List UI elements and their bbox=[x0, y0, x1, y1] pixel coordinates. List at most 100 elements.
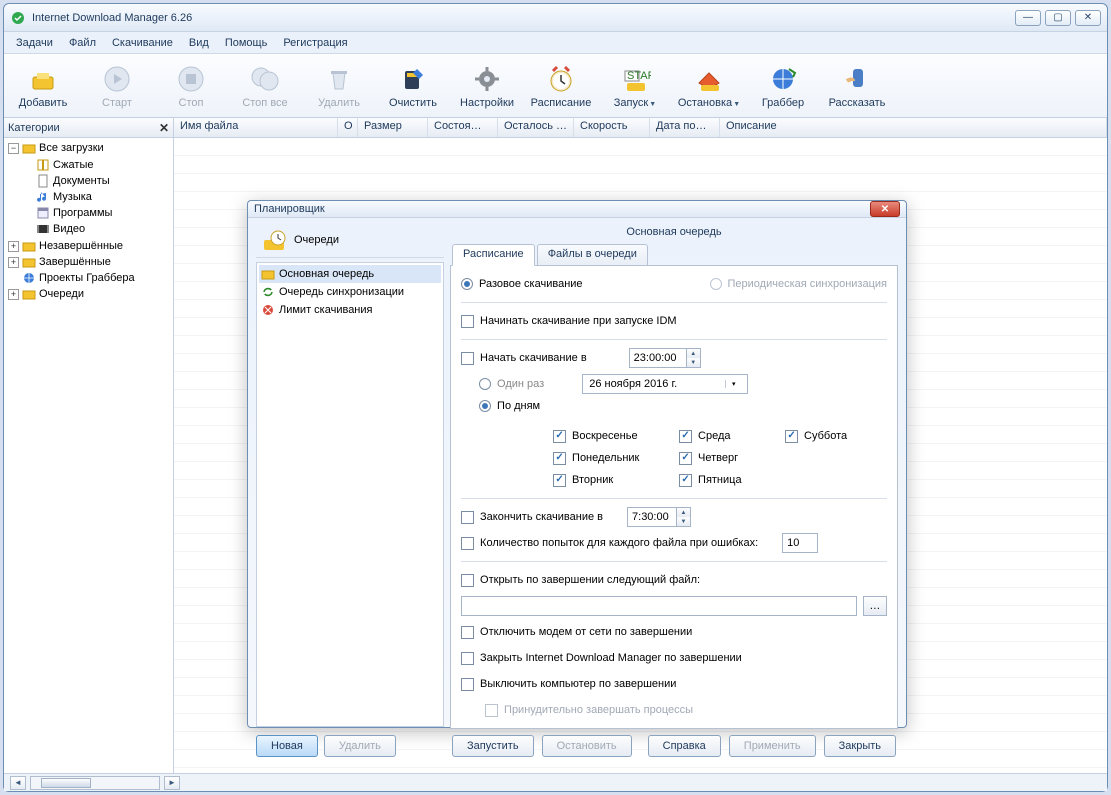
tab-schedule[interactable]: Расписание bbox=[452, 244, 535, 266]
run-button[interactable]: Запустить bbox=[452, 735, 534, 757]
tb-run[interactable]: STARTЗапуск ▼ bbox=[600, 57, 670, 115]
calendar-dropdown-icon[interactable]: ▾ bbox=[725, 380, 741, 388]
queue-main[interactable]: Основная очередь bbox=[259, 265, 441, 283]
sidebar-close-icon[interactable]: ✕ bbox=[159, 121, 169, 135]
tree-compressed[interactable]: Сжатые bbox=[22, 157, 171, 173]
apply-button[interactable]: Применить bbox=[729, 735, 816, 757]
horizontal-scrollbar[interactable]: ◄ ► bbox=[4, 773, 1107, 791]
tree-documents[interactable]: Документы bbox=[22, 173, 171, 189]
check-saturday[interactable] bbox=[785, 430, 798, 443]
col-q[interactable]: О bbox=[338, 118, 358, 137]
tree-queues[interactable]: +Очереди bbox=[8, 286, 171, 302]
close-button[interactable]: ✕ bbox=[1075, 10, 1101, 26]
tab-files[interactable]: Файлы в очереди bbox=[537, 244, 648, 266]
col-date[interactable]: Дата по… bbox=[650, 118, 720, 137]
tree-all-downloads[interactable]: −Все загрузки bbox=[8, 140, 171, 156]
dialog-right-pane: Основная очередь Расписание Файлы в очер… bbox=[450, 222, 898, 759]
menu-tasks[interactable]: Задачи bbox=[8, 35, 61, 51]
table-header: Имя файла О Размер Состоя… Осталось … Ск… bbox=[174, 118, 1107, 138]
scroll-left-icon[interactable]: ◄ bbox=[10, 776, 26, 790]
scroll-right-icon[interactable]: ► bbox=[164, 776, 180, 790]
col-speed[interactable]: Скорость bbox=[574, 118, 650, 137]
tb-halt[interactable]: Остановка ▼ bbox=[674, 57, 744, 115]
current-queue-name: Основная очередь bbox=[450, 222, 898, 244]
queue-sync[interactable]: Очередь синхронизации bbox=[259, 283, 441, 301]
tb-grabber[interactable]: Граббер bbox=[748, 57, 818, 115]
sidebar: Категории ✕ −Все загрузки Сжатые Докумен… bbox=[4, 118, 174, 773]
check-close-idm[interactable] bbox=[461, 652, 474, 665]
new-queue-button[interactable]: Новая bbox=[256, 735, 318, 757]
scroll-track[interactable] bbox=[30, 776, 160, 790]
tb-add[interactable]: Добавить bbox=[8, 57, 78, 115]
tb-stop[interactable]: Стоп bbox=[156, 57, 226, 115]
check-stop-at[interactable] bbox=[461, 511, 474, 524]
start-queue-icon: START bbox=[619, 63, 651, 95]
tb-clear[interactable]: Очистить bbox=[378, 57, 448, 115]
radio-by-days[interactable] bbox=[479, 400, 491, 412]
tree-music[interactable]: Музыка bbox=[22, 189, 171, 205]
check-tuesday[interactable] bbox=[553, 474, 566, 487]
tb-delete[interactable]: Удалить bbox=[304, 57, 374, 115]
minimize-button[interactable]: — bbox=[1015, 10, 1041, 26]
radio-one-time[interactable] bbox=[461, 278, 473, 290]
play-icon bbox=[101, 63, 133, 95]
queue-list[interactable]: Основная очередь Очередь синхронизации Л… bbox=[256, 262, 444, 727]
check-shutdown[interactable] bbox=[461, 678, 474, 691]
trash-icon bbox=[323, 63, 355, 95]
check-monday[interactable] bbox=[553, 452, 566, 465]
stop-queue-icon bbox=[693, 63, 725, 95]
menu-download[interactable]: Скачивание bbox=[104, 35, 181, 51]
clock-icon bbox=[545, 63, 577, 95]
tree-unfinished[interactable]: +Незавершённые bbox=[8, 238, 171, 254]
col-timeleft[interactable]: Осталось … bbox=[498, 118, 574, 137]
queue-limit[interactable]: Лимит скачивания bbox=[259, 301, 441, 319]
tb-schedule[interactable]: Расписание bbox=[526, 57, 596, 115]
tree-video[interactable]: Видео bbox=[22, 221, 171, 237]
check-friday[interactable] bbox=[679, 474, 692, 487]
menu-view[interactable]: Вид bbox=[181, 35, 217, 51]
col-filename[interactable]: Имя файла bbox=[174, 118, 338, 137]
maximize-button[interactable]: ▢ bbox=[1045, 10, 1071, 26]
menu-help[interactable]: Помощь bbox=[217, 35, 276, 51]
menu-register[interactable]: Регистрация bbox=[275, 35, 355, 51]
app-icon bbox=[10, 10, 26, 26]
browse-button[interactable]: … bbox=[863, 596, 887, 616]
check-sunday[interactable] bbox=[553, 430, 566, 443]
retry-count-input[interactable] bbox=[782, 533, 818, 553]
check-start-at[interactable] bbox=[461, 352, 474, 365]
col-desc[interactable]: Описание bbox=[720, 118, 1107, 137]
open-file-path-input[interactable] bbox=[461, 596, 857, 616]
scroll-thumb[interactable] bbox=[41, 778, 91, 788]
tb-settings[interactable]: Настройки bbox=[452, 57, 522, 115]
folder-icon bbox=[261, 267, 275, 281]
stop-button[interactable]: Остановить bbox=[542, 735, 632, 757]
col-size[interactable]: Размер bbox=[358, 118, 428, 137]
tb-stop-all[interactable]: Стоп все bbox=[230, 57, 300, 115]
menu-file[interactable]: Файл bbox=[61, 35, 104, 51]
help-button[interactable]: Справка bbox=[648, 735, 721, 757]
radio-periodic[interactable] bbox=[710, 278, 722, 290]
date-picker[interactable]: 26 ноября 2016 г. ▾ bbox=[582, 374, 748, 394]
check-disconnect[interactable] bbox=[461, 626, 474, 639]
category-tree[interactable]: −Все загрузки Сжатые Документы Музыка Пр… bbox=[4, 138, 173, 773]
check-wednesday[interactable] bbox=[679, 430, 692, 443]
scheduler-dialog: Планировщик ✕ Очереди Основная очередь О… bbox=[247, 200, 907, 728]
check-open-file[interactable] bbox=[461, 574, 474, 587]
dialog-close-button[interactable]: ✕ bbox=[870, 201, 900, 217]
start-time-input[interactable]: ▲▼ bbox=[629, 348, 701, 368]
tree-grabber-projects[interactable]: Проекты Граббера bbox=[8, 270, 171, 286]
check-start-on-launch[interactable] bbox=[461, 315, 474, 328]
stop-icon bbox=[175, 63, 207, 95]
dialog-close-footer-button[interactable]: Закрыть bbox=[824, 735, 896, 757]
delete-queue-button[interactable]: Удалить bbox=[324, 735, 396, 757]
tb-start[interactable]: Старт bbox=[82, 57, 152, 115]
radio-once[interactable] bbox=[479, 378, 491, 390]
tb-tell[interactable]: Рассказать bbox=[822, 57, 892, 115]
col-status[interactable]: Состоя… bbox=[428, 118, 498, 137]
check-force-kill[interactable] bbox=[485, 704, 498, 717]
tree-programs[interactable]: Программы bbox=[22, 205, 171, 221]
check-thursday[interactable] bbox=[679, 452, 692, 465]
tree-finished[interactable]: +Завершённые bbox=[8, 254, 171, 270]
stop-time-input[interactable]: ▲▼ bbox=[627, 507, 691, 527]
check-retry[interactable] bbox=[461, 537, 474, 550]
